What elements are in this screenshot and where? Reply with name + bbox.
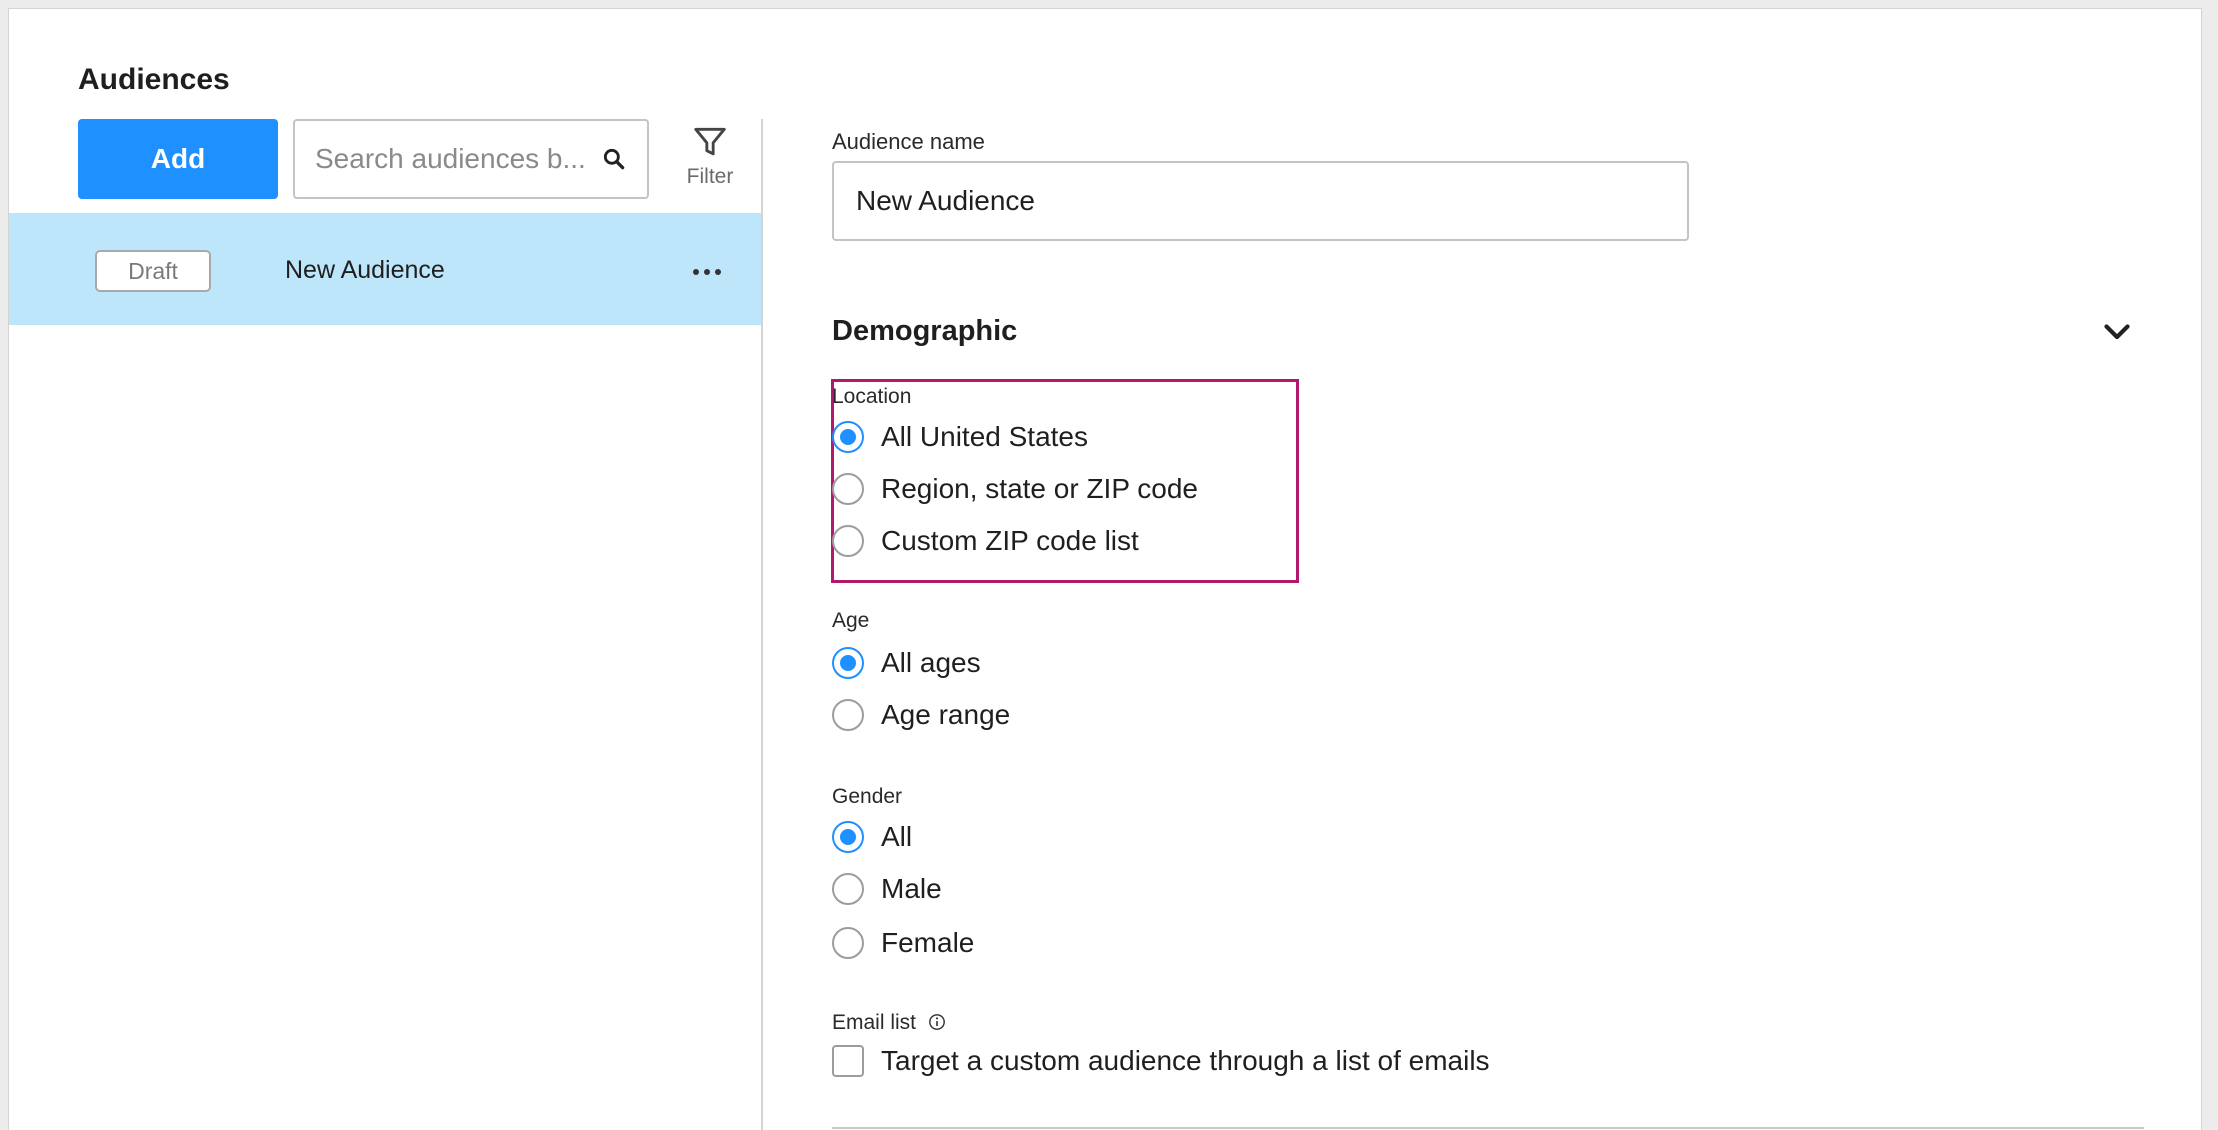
status-badge: Draft: [95, 250, 211, 292]
radio-all-ages[interactable]: All ages: [832, 643, 981, 683]
radio-gender-male[interactable]: Male: [832, 869, 942, 909]
more-options-icon[interactable]: [689, 257, 725, 287]
radio-label: Custom ZIP code list: [881, 525, 1139, 556]
radio-custom-zip-list[interactable]: Custom ZIP code list: [832, 521, 1139, 561]
location-label: Location: [832, 385, 912, 408]
radio-label: Female: [881, 927, 975, 958]
radio-age-range[interactable]: Age range: [832, 695, 1010, 735]
checkbox-label: Target a custom audience through a list …: [881, 1045, 1490, 1076]
radio-label: All ages: [881, 647, 981, 678]
audience-list-item[interactable]: Draft New Audience: [9, 213, 761, 325]
radio-label: All United States: [881, 421, 1088, 452]
filter-icon: [694, 127, 726, 156]
radio-button[interactable]: [832, 647, 864, 679]
age-label: Age: [832, 609, 870, 632]
radio-button[interactable]: [832, 927, 864, 959]
radio-gender-female[interactable]: Female: [832, 923, 974, 963]
page-title: Audiences: [78, 63, 230, 96]
app-frame: Audiences Add Filter Draft New Audience …: [8, 8, 2202, 1130]
radio-region-state-zip[interactable]: Region, state or ZIP code: [832, 469, 1198, 509]
radio-label: Region, state or ZIP code: [881, 473, 1198, 504]
section-divider: [832, 1127, 2144, 1129]
search-input[interactable]: [315, 143, 591, 175]
email-list-label: Email list: [832, 1011, 917, 1034]
radio-label: Male: [881, 873, 942, 904]
chevron-down-icon[interactable]: [2099, 313, 2135, 349]
radio-all-united-states[interactable]: All United States: [832, 417, 1088, 457]
radio-button[interactable]: [832, 525, 864, 557]
radio-button[interactable]: [832, 873, 864, 905]
radio-button[interactable]: [832, 421, 864, 453]
radio-button[interactable]: [832, 821, 864, 853]
filter-label: Filter: [686, 165, 734, 188]
radio-button[interactable]: [832, 473, 864, 505]
info-icon[interactable]: [928, 1013, 946, 1031]
search-icon[interactable]: [601, 146, 627, 172]
search-box[interactable]: [293, 119, 649, 199]
audience-name-input[interactable]: [832, 161, 1689, 241]
radio-label: All: [881, 821, 913, 852]
filter-button[interactable]: Filter: [675, 123, 745, 203]
panel-divider: [761, 119, 763, 1130]
section-title-demographic: Demographic: [832, 315, 1018, 347]
radio-gender-all[interactable]: All: [832, 817, 912, 857]
radio-label: Age range: [881, 699, 1011, 730]
audience-name-label: Audience name: [832, 129, 985, 154]
gender-label: Gender: [832, 785, 903, 808]
add-button[interactable]: Add: [78, 119, 278, 199]
email-list-label-row: Email list: [832, 1011, 946, 1035]
email-list-checkbox-row[interactable]: Target a custom audience through a list …: [832, 1041, 1490, 1081]
audience-name: New Audience: [285, 256, 445, 284]
email-list-checkbox[interactable]: [832, 1045, 864, 1077]
radio-button[interactable]: [832, 699, 864, 731]
